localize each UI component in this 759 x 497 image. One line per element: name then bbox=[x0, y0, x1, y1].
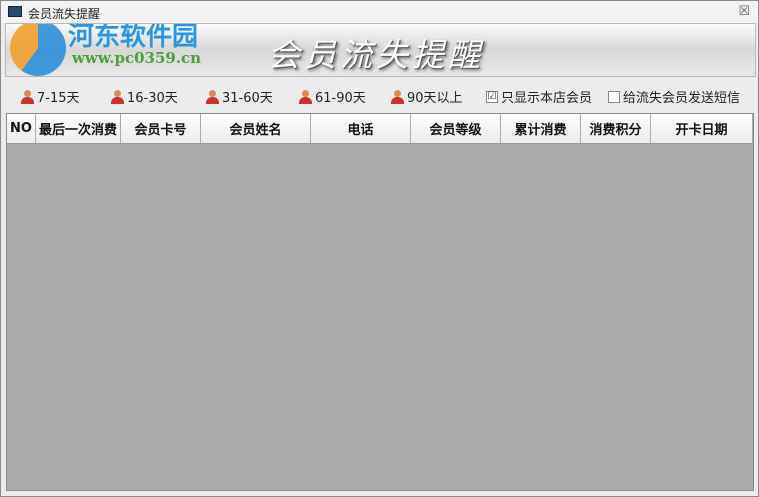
member-churn-window: 会员流失提醒 ☒ 河东软件园 www.pc0359.cn 会员流失提醒 7-15… bbox=[0, 0, 759, 497]
app-icon bbox=[8, 6, 22, 17]
banner-title: 会员流失提醒 bbox=[268, 36, 485, 74]
filter-61-90-days[interactable]: 61-90天 bbox=[299, 87, 366, 106]
column-header-total-spend[interactable]: 累计消费 bbox=[501, 114, 581, 143]
filter-label: 16-30天 bbox=[127, 91, 178, 106]
checkbox-checked-icon: ☑ bbox=[486, 90, 498, 103]
only-store-members-checkbox[interactable]: ☑ 只显示本店会员 bbox=[486, 87, 592, 106]
watermark-url: www.pc0359.cn bbox=[72, 49, 202, 67]
column-header-card-number[interactable]: 会员卡号 bbox=[121, 114, 201, 143]
column-header-phone[interactable]: 电话 bbox=[311, 114, 411, 143]
filter-label: 90天以上 bbox=[407, 91, 463, 106]
title-bar: 会员流失提醒 ☒ bbox=[1, 1, 758, 23]
user-icon bbox=[111, 89, 124, 104]
table-header: NO 最后一次消费 会员卡号 会员姓名 电话 会员等级 累计消费 消费积分 开卡… bbox=[7, 114, 753, 144]
column-header-open-date[interactable]: 开卡日期 bbox=[651, 114, 753, 143]
filter-label: 7-15天 bbox=[37, 91, 80, 106]
column-header-member-level[interactable]: 会员等级 bbox=[411, 114, 501, 143]
checkbox-label: 给流失会员发送短信 bbox=[623, 91, 741, 106]
column-header-no[interactable]: NO bbox=[7, 114, 36, 143]
checkbox-unchecked-icon bbox=[608, 90, 620, 103]
column-header-last-purchase[interactable]: 最后一次消费 bbox=[36, 114, 121, 143]
filter-label: 31-60天 bbox=[222, 91, 273, 106]
watermark-logo-icon bbox=[10, 24, 66, 76]
member-table[interactable]: NO 最后一次消费 会员卡号 会员姓名 电话 会员等级 累计消费 消费积分 开卡… bbox=[6, 113, 754, 491]
column-header-member-name[interactable]: 会员姓名 bbox=[201, 114, 311, 143]
user-icon bbox=[21, 89, 34, 104]
checkbox-label: 只显示本店会员 bbox=[501, 91, 593, 106]
banner: 河东软件园 www.pc0359.cn 会员流失提醒 bbox=[5, 23, 756, 77]
filter-31-60-days[interactable]: 31-60天 bbox=[206, 87, 273, 106]
filter-90-plus-days[interactable]: 90天以上 bbox=[391, 87, 463, 106]
user-icon bbox=[206, 89, 219, 104]
filter-toolbar: 7-15天 16-30天 31-60天 61-90天 90天以上 ☑ 只显示本店会… bbox=[5, 81, 756, 111]
close-icon[interactable]: ☒ bbox=[738, 4, 750, 19]
user-icon bbox=[299, 89, 312, 104]
send-sms-checkbox[interactable]: 给流失会员发送短信 bbox=[608, 87, 740, 106]
column-header-points[interactable]: 消费积分 bbox=[581, 114, 651, 143]
user-icon bbox=[391, 89, 404, 104]
filter-16-30-days[interactable]: 16-30天 bbox=[111, 87, 178, 106]
filter-label: 61-90天 bbox=[315, 91, 366, 106]
filter-7-15-days[interactable]: 7-15天 bbox=[21, 87, 80, 106]
window-title: 会员流失提醒 bbox=[28, 7, 101, 21]
